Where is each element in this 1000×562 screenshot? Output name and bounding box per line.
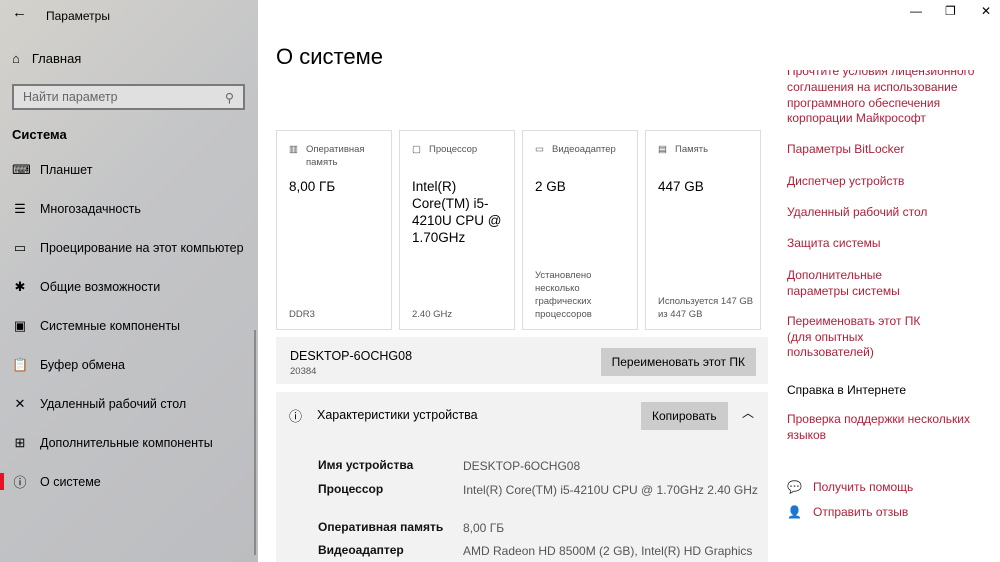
sidebar-home[interactable]: ⌂ Главная: [12, 51, 81, 66]
sidebar-item[interactable]: 📋 Буфер обмена: [0, 345, 258, 384]
related-link[interactable]: Дополнительные параметры системы: [787, 268, 947, 299]
specs-title: Характеристики устройства: [317, 408, 478, 422]
summary-card: ▢ Процессор Intel(R) Core(TM) i5-4210U CPU…: [399, 130, 515, 330]
main: — ❐ ✕ О системе ▥ Оперативная память 8,00 …: [258, 0, 1000, 562]
sidebar-item-label: Планшет: [40, 162, 93, 177]
sidebar-item[interactable]: ▭ Проецирование на этот компьютер: [0, 228, 258, 267]
get-help-link[interactable]: Получить помощь: [813, 480, 1000, 496]
related-link[interactable]: Переименовать этот ПК (для опытных польз…: [787, 314, 947, 361]
license-link-text[interactable]: соглашения на использование программного…: [787, 80, 977, 127]
card-footer: 2.40 GHz: [412, 309, 453, 320]
sidebar-item[interactable]: ✱ Общие возможности: [0, 267, 258, 306]
spec-value: AMD Radeon HD 8500M (2 GB), Intel(R) HD …: [463, 544, 753, 558]
feedback-link[interactable]: Отправить отзыв: [813, 505, 1000, 521]
sidebar-item[interactable]: ⌨ Планшет: [0, 150, 258, 189]
sidebar: ← Параметры ⌂ Главная Найти параметр ⚲ Сис…: [0, 0, 258, 562]
sidebar-item-icon: ✱: [14, 278, 26, 294]
spec-key: Процессор: [318, 482, 384, 496]
language-support-link[interactable]: Проверка поддержки нескольких языков: [787, 412, 977, 443]
summary-card: ▥ Оперативная память 8,00 ГБ DDR3: [276, 130, 392, 330]
home-icon: ⌂: [12, 51, 20, 66]
card-value: 2 GB: [535, 179, 566, 194]
spec-value: Intel(R) Core(TM) i5-4210U CPU @ 1.70GHz…: [463, 483, 758, 497]
card-footer: DDR3: [289, 309, 315, 320]
scrollbar[interactable]: [254, 330, 256, 555]
sidebar-item[interactable]: ⊞ Дополнительные компоненты: [0, 423, 258, 462]
info-icon: ⓘ: [289, 409, 303, 424]
pc-name-panel: DESKTOP-6OCHG08 20384 Переименовать этот…: [276, 337, 768, 384]
sidebar-item-icon: ▭: [13, 239, 27, 255]
sidebar-nav: ⌨ Планшет ☰ Многозадачность ▭ Проецирование н…: [0, 150, 258, 501]
sidebar-item-label: О системе: [40, 474, 101, 489]
home-label: Главная: [31, 51, 82, 66]
sidebar-item-label: Буфер обмена: [40, 357, 125, 372]
device-specs: ⓘ Характеристики устройства Копировать ︿…: [276, 392, 768, 562]
related-link[interactable]: Диспетчер устройств: [787, 174, 977, 190]
card-label: Процессор: [428, 144, 478, 155]
sidebar-item[interactable]: ✕ Удаленный рабочий стол: [0, 384, 258, 423]
card-value: Intel(R) Core(TM) i5-4210U CPU @ 1.70GHz: [412, 179, 502, 245]
related-link[interactable]: Параметры BitLocker: [787, 142, 977, 158]
spec-value: DESKTOP-6OCHG08: [463, 459, 581, 473]
sidebar-item-label: Дополнительные компоненты: [40, 435, 213, 450]
spec-key: Имя устройства: [318, 458, 414, 472]
chevron-up-icon[interactable]: ︿: [742, 404, 754, 421]
sidebar-item-icon: ⓘ: [13, 475, 27, 490]
related-link[interactable]: Удаленный рабочий стол: [787, 205, 977, 221]
sidebar-item[interactable]: ▣ Системные компоненты: [0, 306, 258, 345]
spec-row: Имя устройства DESKTOP-6OCHG08: [318, 458, 763, 475]
sidebar-item-label: Системные компоненты: [40, 318, 181, 333]
minimize-button[interactable]: —: [910, 4, 922, 18]
sidebar-item-icon: ⌨: [12, 161, 31, 177]
card-footer: Используется 147 GB из 447 GB: [658, 296, 754, 320]
sidebar-item-label: Проецирование на этот компьютер: [40, 240, 244, 255]
related-link[interactable]: Защита системы: [787, 236, 977, 252]
maximize-button[interactable]: ❐: [945, 4, 956, 18]
card-footer: Установлено несколько графических процес…: [535, 270, 592, 320]
sidebar-item-icon: ⊞: [14, 434, 26, 450]
card-icon: ▥: [289, 144, 298, 155]
help-title: Справка в Интернете: [787, 383, 907, 397]
card-icon: ▭: [535, 144, 544, 155]
app-title: Параметры: [46, 9, 110, 23]
spec-row: Процессор Intel(R) Core(TM) i5-4210U CPU …: [318, 482, 763, 499]
close-button[interactable]: ✕: [981, 4, 991, 18]
sidebar-item-label: Общие возможности: [40, 279, 161, 294]
spec-value: 8,00 ГБ: [463, 521, 505, 535]
card-label: Видеоадаптер: [551, 144, 616, 155]
spec-row: Видеоадаптер AMD Radeon HD 8500M (2 GB), …: [318, 543, 763, 560]
search-input[interactable]: Найти параметр ⚲: [12, 84, 245, 110]
search-icon: ⚲: [224, 91, 234, 105]
sidebar-item[interactable]: ☰ Многозадачность: [0, 189, 258, 228]
back-button[interactable]: ←: [12, 4, 27, 21]
sidebar-item-label: Удаленный рабочий стол: [40, 396, 187, 411]
card-value: 447 GB: [658, 179, 704, 194]
sidebar-item-icon: ☰: [14, 200, 26, 216]
spec-key: Видеоадаптер: [318, 543, 404, 557]
card-value: 8,00 ГБ: [289, 179, 336, 194]
sidebar-item-icon: 📋: [12, 356, 29, 372]
card-label: Память: [674, 144, 709, 155]
sidebar-item[interactable]: ⓘ О системе: [0, 462, 258, 501]
rename-pc-button[interactable]: Переименовать этот ПК: [600, 348, 756, 376]
card-icon: ▤: [658, 144, 667, 155]
sidebar-item-icon: ▣: [13, 317, 27, 333]
spec-row: Оперативная память 8,00 ГБ: [318, 520, 763, 537]
sidebar-item-label: Многозадачность: [40, 201, 141, 216]
section-title: Система: [12, 127, 67, 142]
card-label: Оперативная память: [305, 144, 365, 168]
spec-key: Оперативная память: [318, 520, 444, 534]
summary-card: ▭ Видеоадаптер 2 GB Установлено несколько г…: [522, 130, 638, 330]
card-icon: ▢: [412, 144, 421, 155]
copy-button[interactable]: Копировать: [641, 402, 728, 430]
page-title: О системе: [276, 44, 383, 69]
summary-card: ▤ Память 447 GB Используется 147 GB из 447 …: [645, 130, 761, 330]
license-link[interactable]: Прочтите условия лицензионного: [787, 70, 977, 80]
search-placeholder: Найти параметр: [23, 90, 118, 104]
sidebar-item-icon: ✕: [14, 395, 26, 411]
